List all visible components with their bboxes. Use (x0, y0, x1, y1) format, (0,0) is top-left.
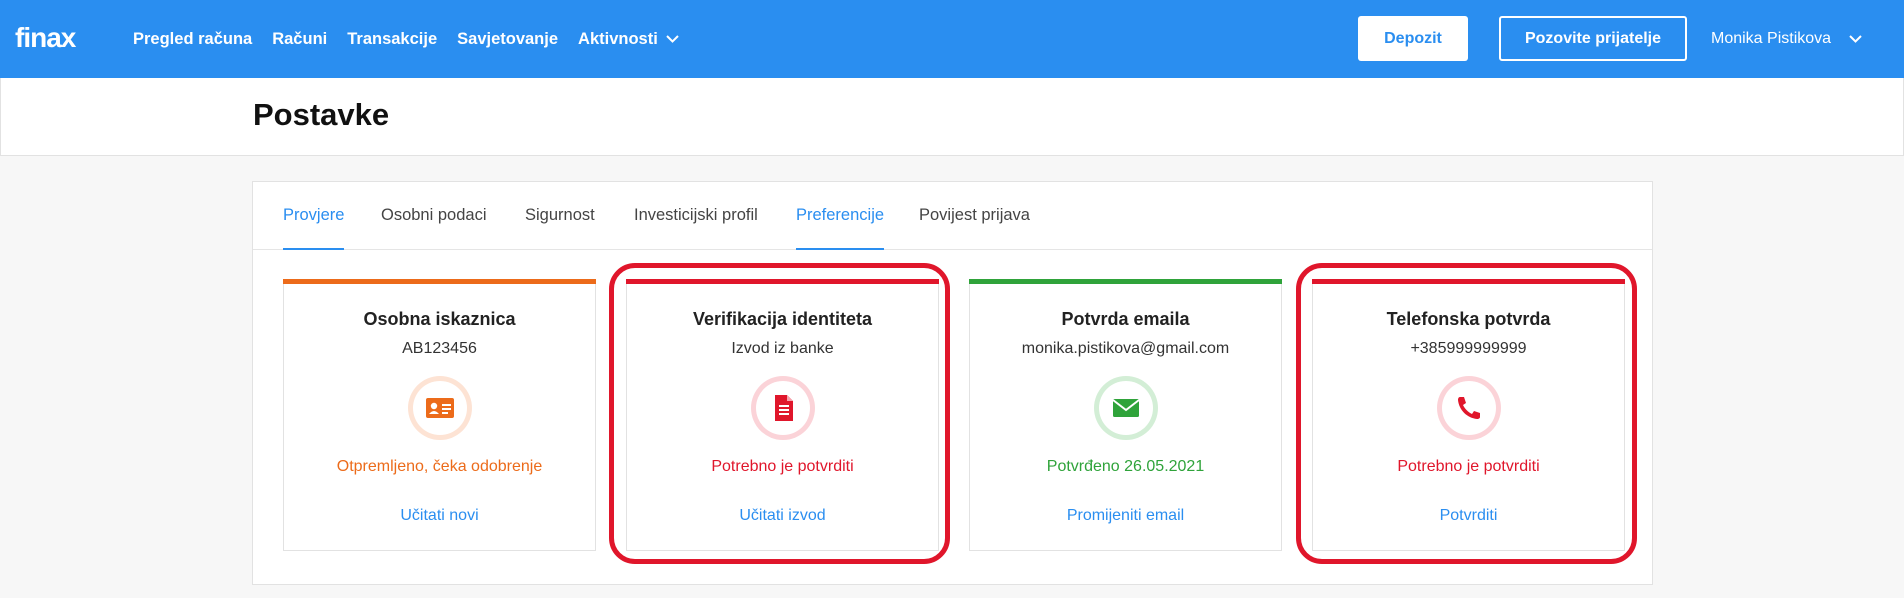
user-name: Monika Pistikova (1711, 30, 1832, 47)
nav-item-accounts[interactable]: Računi (272, 30, 327, 49)
tab-verifications[interactable]: Provjere (283, 206, 345, 250)
nav-item-label: Pregled računa (133, 29, 253, 48)
envelope-icon (1094, 376, 1158, 440)
card-title: Potvrda emaila (1061, 309, 1190, 329)
card-status: Potrebno je potvrditi (1397, 458, 1540, 475)
card-title: Telefonska potvrda (1386, 309, 1551, 329)
card-accent-bar (969, 279, 1282, 284)
change-email-link[interactable]: Promijeniti email (970, 507, 1281, 525)
card-accent-bar (283, 279, 596, 284)
deposit-button-label: Depozit (1384, 29, 1442, 47)
card-subtitle: AB123456 (402, 340, 477, 357)
chevron-down-icon (1849, 35, 1862, 43)
tab-security[interactable]: Sigurnost (525, 206, 595, 250)
nav-item-label: Savjetovanje (457, 29, 559, 48)
card-title: Osobna iskaznica (363, 309, 516, 329)
logo-text: finax (15, 22, 76, 53)
card-subtitle: +385999999999 (1410, 340, 1527, 357)
settings-tabs: Provjere Osobni podaci Sigurnost Investi… (253, 182, 1652, 250)
card-subtitle: Izvod iz banke (731, 340, 834, 357)
nav-item-label: Aktivnosti (578, 29, 658, 48)
nav-item-account-overview[interactable]: Pregled računa (133, 30, 252, 49)
chevron-down-icon (666, 35, 679, 43)
card-accent-bar (626, 279, 939, 284)
card-email-confirmation: Potvrda emaila monika.pistikova@gmail.co… (969, 279, 1282, 551)
tab-personal-data[interactable]: Osobni podaci (381, 206, 487, 250)
card-status: Otpremljeno, čeka odobrenje (336, 458, 543, 475)
upload-new-link[interactable]: Učitati novi (284, 507, 595, 525)
invite-friends-button[interactable]: Pozovite prijatelje (1499, 16, 1687, 61)
phone-icon (1437, 376, 1501, 440)
nav-item-advice[interactable]: Savjetovanje (457, 30, 558, 49)
top-navigation-bar: finax Pregled računa Računi Transakcije … (0, 0, 1904, 78)
card-status: Potvrđeno 26.05.2021 (1046, 458, 1205, 475)
user-menu[interactable]: Monika Pistikova (1711, 0, 1862, 78)
nav-item-activities[interactable]: Aktivnosti (578, 30, 679, 49)
finax-logo[interactable]: finax (15, 22, 76, 54)
invite-button-label: Pozovite prijatelje (1524, 29, 1662, 47)
page-header: Postavke (0, 78, 1904, 156)
document-icon (751, 376, 815, 440)
confirm-link[interactable]: Potvrditi (1313, 507, 1624, 525)
tab-investment-profile[interactable]: Investicijski profil (634, 206, 758, 250)
main-nav: Pregled računa Računi Transakcije Savjet… (133, 0, 699, 78)
deposit-button[interactable]: Depozit (1358, 16, 1468, 61)
nav-item-transactions[interactable]: Transakcije (347, 30, 437, 49)
id-card-icon (408, 376, 472, 440)
card-phone-confirmation: Telefonska potvrda +385999999999 Potrebn… (1312, 279, 1625, 551)
card-status: Potrebno je potvrditi (711, 458, 854, 475)
upload-statement-link[interactable]: Učitati izvod (627, 507, 938, 525)
page-title: Postavke (253, 97, 390, 132)
tab-preferences[interactable]: Preferencije (796, 206, 885, 250)
settings-panel: Provjere Osobni podaci Sigurnost Investi… (252, 181, 1653, 585)
card-accent-bar (1312, 279, 1625, 284)
nav-item-label: Računi (272, 29, 328, 48)
tab-login-history[interactable]: Povijest prijava (919, 206, 1030, 250)
card-subtitle: monika.pistikova@gmail.com (1021, 340, 1230, 357)
card-title: Verifikacija identiteta (692, 309, 873, 329)
card-id-document: Osobna iskaznica AB123456 Otpremljeno, č… (283, 279, 596, 551)
card-identity-verification: Verifikacija identiteta Izvod iz banke P… (626, 279, 939, 551)
nav-item-label: Transakcije (347, 29, 438, 48)
